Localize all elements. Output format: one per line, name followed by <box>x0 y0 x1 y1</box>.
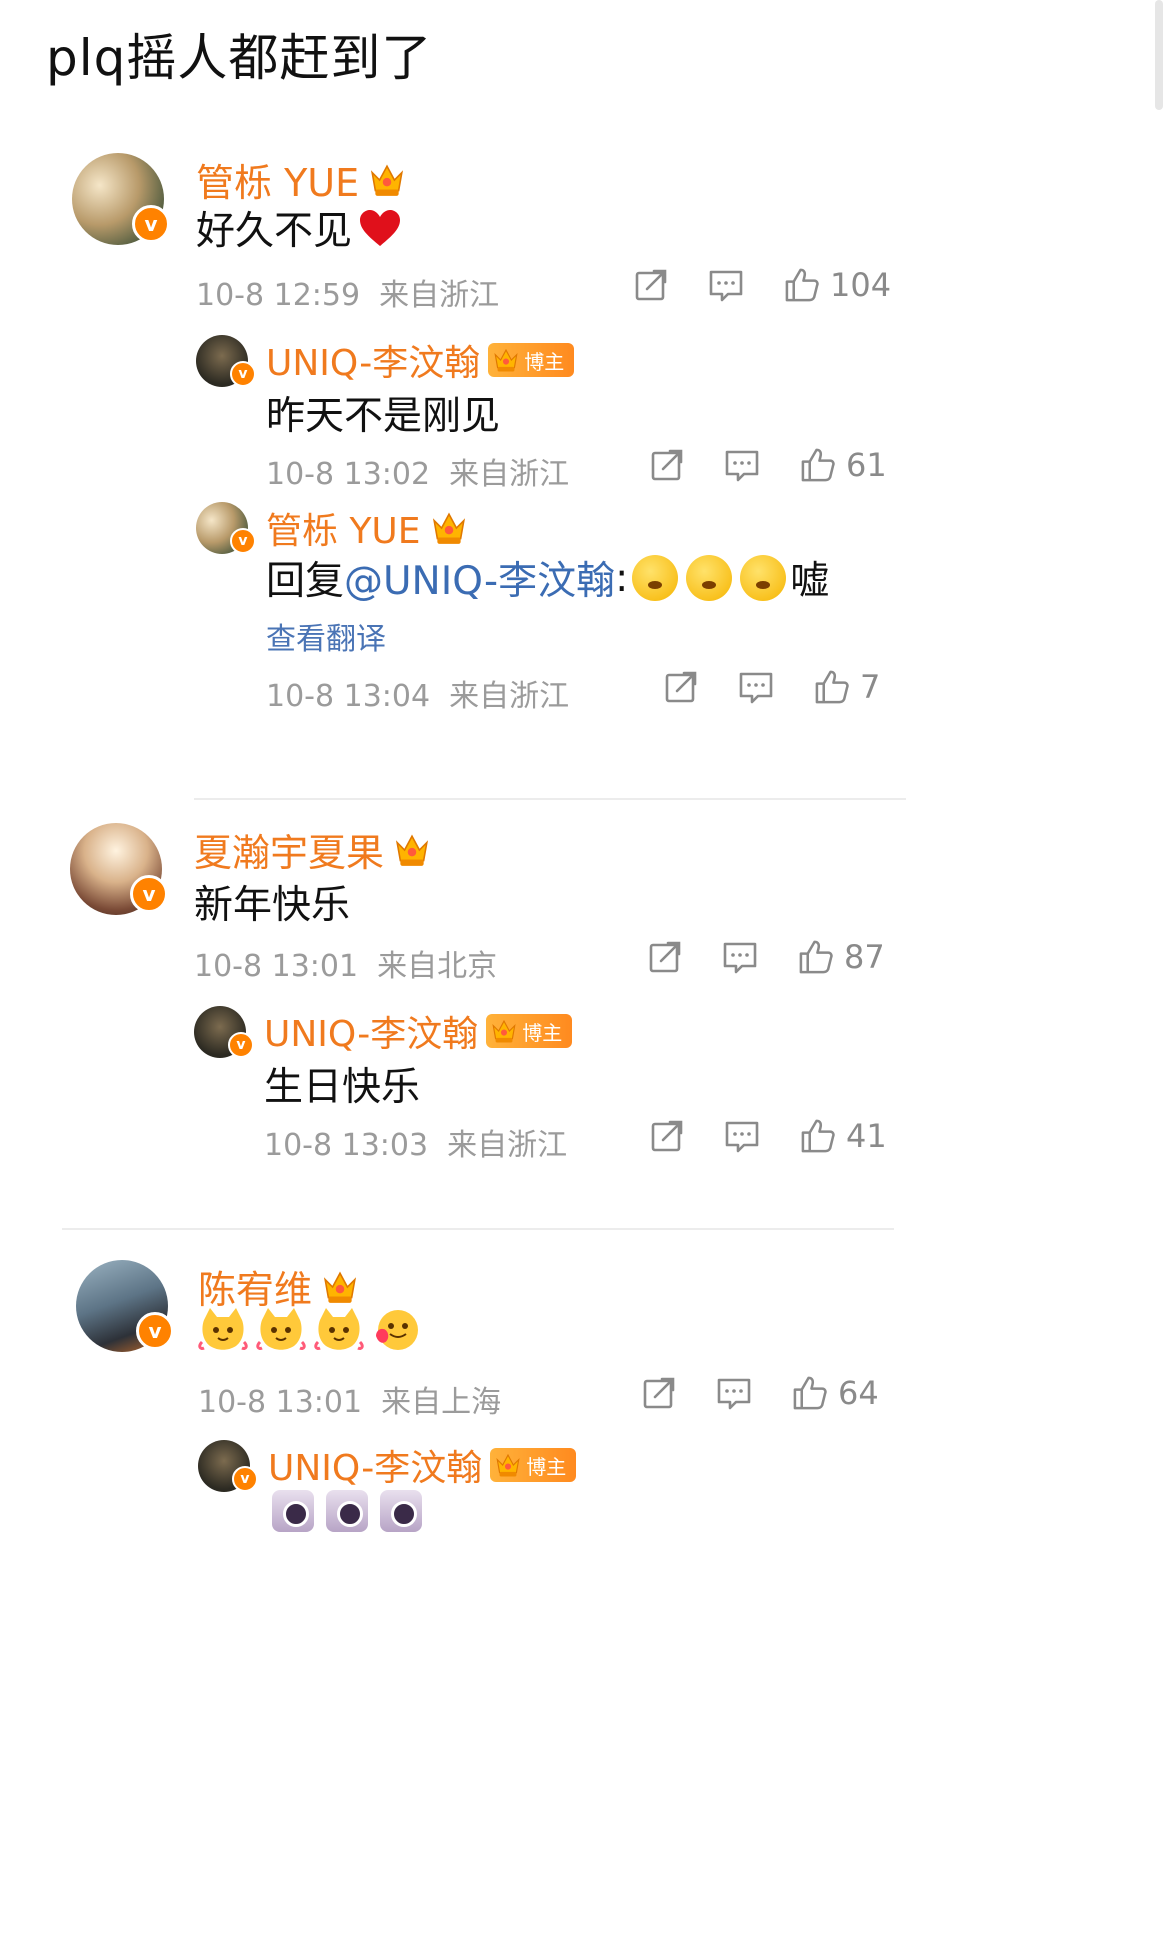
verified-badge-icon: v <box>130 875 168 913</box>
like-count: 104 <box>830 266 892 304</box>
hug-emoji-icon <box>376 1310 418 1350</box>
username[interactable]: 管栎 YUE <box>196 152 359 207</box>
divider <box>194 798 906 800</box>
like-button[interactable]: 64 <box>792 1374 879 1412</box>
comment-text <box>198 1306 430 1352</box>
verified-badge-icon: v <box>230 528 256 554</box>
like-count: 7 <box>860 668 881 706</box>
crown-icon <box>432 513 465 545</box>
blogger-tag: 博主 <box>490 1448 577 1482</box>
username[interactable]: UNIQ-李汶翰 <box>264 1005 478 1057</box>
scrollbar-thumb[interactable] <box>1155 0 1163 110</box>
avatar[interactable]: v <box>76 1260 174 1352</box>
avatar[interactable]: v <box>196 502 256 554</box>
reply-meta: 10-8 13:04 来自浙江 <box>266 679 570 714</box>
verified-badge-icon: v <box>136 1312 174 1350</box>
comment-meta: 10-8 12:59 来自浙江 <box>196 278 500 313</box>
like-button[interactable]: 104 <box>784 266 891 304</box>
comment-text: 好久不见 <box>196 200 402 256</box>
cat-emoji-icon <box>314 1308 364 1350</box>
share-icon[interactable] <box>648 939 682 975</box>
cat-emoji-icon <box>198 1308 248 1350</box>
username[interactable]: 管栎 YUE <box>266 502 421 554</box>
like-icon <box>801 448 835 482</box>
avatar[interactable]: v <box>196 335 256 387</box>
comment-meta: 10-8 13:01 来自北京 <box>194 949 498 984</box>
like-button[interactable]: 61 <box>800 446 887 484</box>
camera-emoji-icon <box>272 1490 314 1532</box>
share-icon[interactable] <box>650 1118 684 1154</box>
share-icon[interactable] <box>664 669 698 705</box>
shush-emoji-icon <box>740 555 787 601</box>
verified-badge-icon: v <box>228 1032 254 1058</box>
divider <box>62 1228 894 1230</box>
share-icon[interactable] <box>650 447 684 483</box>
reply-meta: 10-8 13:03 来自浙江 <box>264 1128 568 1163</box>
reply-text: 生日快乐 <box>264 1065 421 1110</box>
reply-text: 回复 @UNIQ-李汶翰 : 嘘 <box>266 550 829 606</box>
username[interactable]: UNIQ-李汶翰 <box>268 1439 482 1491</box>
heart-emoji-icon <box>360 210 401 246</box>
blogger-tag: 博主 <box>486 1014 573 1048</box>
comment-text: 新年快乐 <box>194 883 351 928</box>
share-icon[interactable] <box>634 267 668 303</box>
username[interactable]: 夏瀚宇夏果 <box>194 822 384 877</box>
like-button[interactable]: 7 <box>814 668 880 706</box>
comment-icon[interactable] <box>738 669 774 705</box>
verified-badge-icon: v <box>232 1466 258 1492</box>
page-title: plq摇人都赶到了 <box>46 29 433 87</box>
comment-icon[interactable] <box>722 939 758 975</box>
reply-text <box>272 1490 434 1532</box>
verified-badge-icon: v <box>132 205 170 243</box>
cat-emoji-icon <box>256 1308 306 1350</box>
like-icon <box>815 670 849 704</box>
crown-icon <box>496 1454 520 1478</box>
like-count: 61 <box>846 446 887 484</box>
crown-icon <box>494 349 518 373</box>
comment-meta: 10-8 13:01 来自上海 <box>198 1385 502 1420</box>
shush-emoji-icon <box>686 555 733 601</box>
crown-icon <box>492 1020 516 1044</box>
comment-icon[interactable] <box>724 447 760 483</box>
crown-icon <box>396 834 428 867</box>
like-icon <box>793 1376 827 1410</box>
like-count: 64 <box>838 1374 879 1412</box>
blogger-tag: 博主 <box>488 343 575 377</box>
like-icon <box>785 268 819 302</box>
translate-link[interactable]: 查看翻译 <box>266 614 386 658</box>
like-button[interactable]: 41 <box>800 1117 887 1155</box>
avatar[interactable]: v <box>72 153 170 245</box>
avatar[interactable]: v <box>198 1440 258 1492</box>
shush-emoji-icon <box>632 555 679 601</box>
comment-icon[interactable] <box>716 1375 752 1411</box>
like-count: 41 <box>846 1117 887 1155</box>
username[interactable]: UNIQ-李汶翰 <box>266 334 480 386</box>
share-icon[interactable] <box>642 1375 676 1411</box>
like-button[interactable]: 87 <box>798 938 885 976</box>
crown-icon <box>371 164 403 197</box>
comment-icon[interactable] <box>708 267 744 303</box>
crown-icon <box>324 1271 356 1304</box>
mention-link[interactable]: @UNIQ-李汶翰 <box>344 550 615 606</box>
avatar[interactable]: v <box>70 823 168 915</box>
reply-text: 昨天不是刚见 <box>266 394 501 439</box>
camera-emoji-icon <box>380 1490 422 1532</box>
avatar[interactable]: v <box>194 1006 254 1058</box>
comment-icon[interactable] <box>724 1118 760 1154</box>
like-icon <box>801 1119 835 1153</box>
reply-meta: 10-8 13:02 来自浙江 <box>266 457 570 492</box>
like-count: 87 <box>844 938 885 976</box>
camera-emoji-icon <box>326 1490 368 1532</box>
like-icon <box>799 940 833 974</box>
verified-badge-icon: v <box>230 361 256 387</box>
